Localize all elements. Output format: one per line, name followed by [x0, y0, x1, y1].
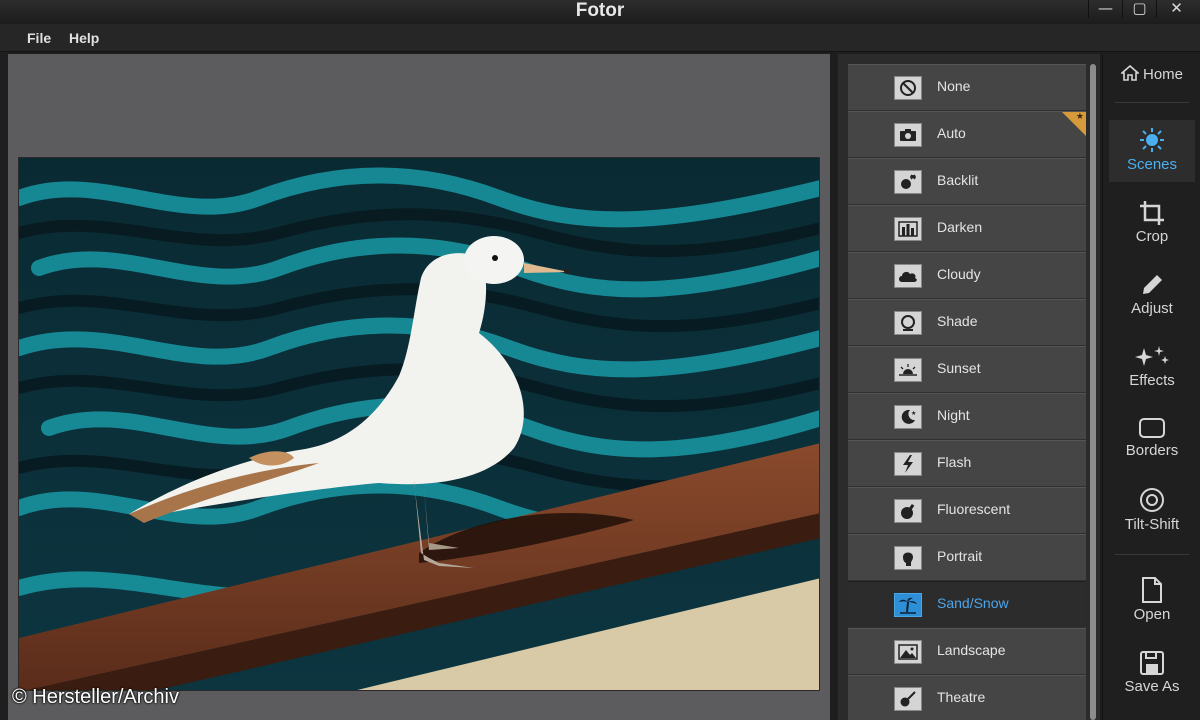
night-icon: ★ [894, 405, 922, 429]
scene-item-landscape[interactable]: Landscape [848, 628, 1086, 675]
scene-label: Auto [937, 125, 966, 141]
open-button[interactable]: Open [1109, 570, 1195, 632]
scene-item-sunset[interactable]: Sunset [848, 346, 1086, 393]
adjust-tool-button[interactable]: Adjust [1109, 266, 1195, 328]
scene-label: Sand/Snow [937, 595, 1009, 611]
app-window: Fotor — ▢ ✕ File Help © Hersteller/Archi… [0, 0, 1200, 720]
sun-icon [1140, 128, 1164, 152]
photo-preview[interactable] [18, 157, 820, 691]
scene-label: Darken [937, 219, 983, 235]
file-icon [1142, 577, 1162, 603]
close-button[interactable]: ✕ [1156, 0, 1196, 18]
scene-item-night[interactable]: ★ Night [848, 393, 1086, 440]
scene-label: Backlit [937, 172, 979, 188]
title-bar: Fotor — ▢ ✕ [0, 0, 1200, 24]
adjust-label: Adjust [1131, 300, 1173, 317]
featured-badge: ★ [1062, 112, 1086, 136]
sparkles-icon [1135, 346, 1169, 366]
border-frame-icon [1139, 418, 1165, 438]
scene-item-flash[interactable]: Flash [848, 440, 1086, 487]
scene-label: Theatre [937, 689, 986, 705]
borders-label: Borders [1125, 442, 1179, 459]
shade-icon [894, 311, 922, 335]
scene-item-portrait[interactable]: Portrait [848, 534, 1086, 581]
svg-text:★: ★ [911, 410, 916, 417]
guitar-icon [894, 687, 922, 711]
scene-item-cloudy[interactable]: Cloudy [848, 252, 1086, 299]
scene-item-fluorescent[interactable]: Fluorescent [848, 487, 1086, 534]
scene-label: Cloudy [937, 266, 981, 282]
menu-file[interactable]: File [27, 30, 51, 46]
home-icon [1120, 65, 1139, 81]
backlit-icon [894, 170, 922, 194]
menu-help[interactable]: Help [69, 30, 99, 46]
home-label: Home [1142, 66, 1183, 83]
landscape-icon [894, 640, 922, 664]
scene-label: Shade [937, 313, 978, 329]
toolbar-divider [1115, 102, 1189, 103]
scene-label: None [937, 78, 971, 94]
pencil-icon [1143, 275, 1162, 294]
toolbar-divider [1115, 554, 1189, 555]
scene-label: Fluorescent [937, 501, 1011, 517]
effects-tool-button[interactable]: Effects [1109, 338, 1195, 400]
crop-tool-button[interactable]: Crop [1109, 194, 1195, 256]
camera-icon [894, 123, 922, 147]
sunset-icon [894, 358, 922, 382]
scene-item-backlit[interactable]: Backlit [848, 158, 1086, 205]
scene-label: Sunset [937, 360, 981, 376]
flash-icon [894, 452, 922, 476]
none-icon [894, 76, 922, 100]
fluorescent-icon [894, 499, 922, 523]
scene-item-shade[interactable]: Shade [848, 299, 1086, 346]
crop-label: Crop [1135, 228, 1169, 245]
save-as-label: Save As [1124, 678, 1180, 695]
scene-label: Landscape [937, 642, 1006, 658]
menu-bar: File Help [0, 24, 1200, 52]
home-button[interactable]: Home [1109, 58, 1195, 92]
scene-list-scrollbar[interactable] [1090, 64, 1096, 720]
open-label: Open [1133, 606, 1171, 623]
copyright-watermark: © Hersteller/Archiv [12, 686, 179, 708]
palm-tree-icon [894, 593, 922, 617]
scenes-panel: None Auto ★ Backlit Darken Cloudy Shade … [838, 54, 1100, 720]
scene-label: Portrait [937, 548, 983, 564]
scene-item-auto[interactable]: Auto ★ [848, 111, 1086, 158]
minimize-button[interactable]: — [1088, 0, 1122, 18]
window-title: Fotor [575, 0, 625, 21]
scene-item-darken[interactable]: Darken [848, 205, 1086, 252]
tilt-shift-tool-button[interactable]: Tilt-Shift [1109, 480, 1195, 542]
tilt-shift-icon [1140, 488, 1164, 512]
effects-label: Effects [1129, 372, 1175, 389]
tilt-shift-label: Tilt-Shift [1124, 516, 1180, 533]
scenes-label: Scenes [1126, 156, 1178, 173]
scene-item-theatre[interactable]: Theatre [848, 675, 1086, 720]
main-toolbar: Home Scenes Crop Adjust Effects Borders … [1102, 54, 1200, 720]
scenes-tool-button[interactable]: Scenes [1109, 120, 1195, 182]
darken-icon [894, 217, 922, 241]
seagull-photo [19, 158, 819, 690]
cloud-icon [894, 264, 922, 288]
star-icon: ★ [1075, 112, 1084, 122]
scene-label: Night [937, 407, 970, 423]
scene-item-sand-snow[interactable]: Sand/Snow [848, 581, 1086, 628]
borders-tool-button[interactable]: Borders [1109, 410, 1195, 472]
scene-item-none[interactable]: None [848, 64, 1086, 111]
crop-icon [1140, 201, 1164, 225]
scrollbar-thumb[interactable] [1090, 64, 1096, 720]
save-icon [1140, 651, 1164, 675]
maximize-button[interactable]: ▢ [1122, 0, 1156, 18]
save-as-button[interactable]: Save As [1109, 644, 1195, 706]
scene-list: None Auto ★ Backlit Darken Cloudy Shade … [848, 64, 1086, 720]
portrait-icon [894, 546, 922, 570]
scene-label: Flash [937, 454, 972, 470]
